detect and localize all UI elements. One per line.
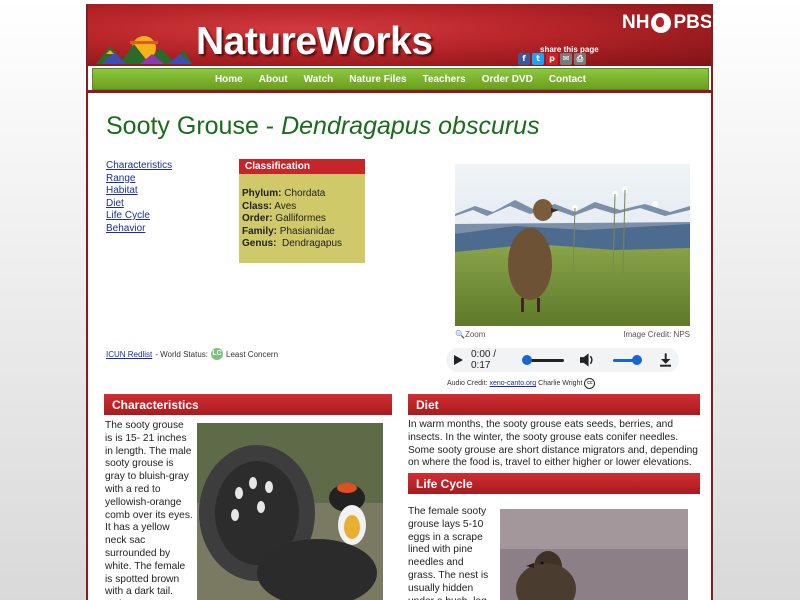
- classification-label: Family:: [242, 225, 278, 237]
- classification-value: Dendragapus: [276, 238, 343, 249]
- facebook-icon[interactable]: f: [518, 53, 530, 65]
- section-links: Characteristics Range Habitat Diet Life Cycl…: [106, 160, 172, 235]
- classification-label: Genus:: [242, 238, 277, 249]
- zoom-label: Zoom: [464, 330, 486, 339]
- classification-row: Family: Phasianidae: [242, 226, 365, 239]
- classification-box: Classification Phylum: Chordata Class: Av…: [239, 159, 365, 263]
- diet-header: Diet: [408, 394, 700, 415]
- classification-value: Aves: [272, 200, 297, 212]
- zoom-link[interactable]: 🔍Zoom: [455, 330, 485, 339]
- characteristics-header: Characteristics: [104, 394, 392, 415]
- audio-progress[interactable]: [521, 355, 564, 365]
- audio-credit-prefix: Audio Credit:: [447, 380, 488, 387]
- scientific-name: Dendragapus obscurus: [281, 112, 540, 140]
- audio-player: 0:00 / 0:17: [446, 348, 679, 372]
- classification-label: Class:: [242, 200, 273, 212]
- classification-label: Order:: [242, 213, 273, 224]
- characteristics-text: The sooty grouse is is 15- 21 inches in …: [105, 420, 193, 600]
- pinterest-icon[interactable]: p: [546, 53, 558, 65]
- audio-credit: Audio Credit: xeno-canto.org Charlie Wri…: [447, 378, 596, 389]
- displaying-grouse-photo[interactable]: [197, 423, 383, 600]
- classification-value: Chordata: [281, 188, 326, 199]
- volume-knob[interactable]: [631, 355, 642, 365]
- main-nav: Home About Watch Nature Files Teachers Order …: [92, 68, 709, 90]
- world-status-label: - World Status:: [155, 349, 208, 359]
- pbs-head-icon: [651, 13, 672, 33]
- image-credit: Image Credit: NPS: [623, 330, 690, 339]
- share-icons: f t p ✉ ⎙: [518, 53, 586, 65]
- header-divider: [88, 90, 711, 93]
- page-title: Sooty Grouse - Dendragapus obscurus: [106, 112, 540, 141]
- page-container: NatureWorks NH PBS share this page f t p ✉ ⎙…: [86, 4, 713, 600]
- print-icon[interactable]: ⎙: [574, 53, 586, 65]
- least-concern-icon: LC: [211, 348, 223, 360]
- nav-nature-files[interactable]: Nature Files: [349, 74, 406, 85]
- toc-link-habitat[interactable]: Habitat: [106, 185, 172, 198]
- classification-value: Phasianidae: [277, 225, 335, 237]
- classification-row: Class: Aves: [242, 201, 365, 214]
- nav-watch[interactable]: Watch: [304, 74, 334, 85]
- nav-about[interactable]: About: [259, 74, 288, 85]
- download-icon[interactable]: [659, 353, 672, 367]
- play-icon[interactable]: [454, 355, 463, 365]
- nav-order-dvd[interactable]: Order DVD: [482, 74, 533, 85]
- lifecycle-header: Life Cycle: [408, 473, 700, 494]
- toc-link-diet[interactable]: Diet: [106, 198, 172, 211]
- cc-license-icon[interactable]: cc: [584, 378, 596, 389]
- magnifier-icon: 🔍: [455, 330, 465, 339]
- nav-teachers[interactable]: Teachers: [423, 74, 466, 85]
- sunrise-mountains-logo[interactable]: [96, 24, 192, 64]
- redlist-status: ICUN Redlist - World Status: LC Least Co…: [106, 348, 278, 360]
- toc-link-behavior[interactable]: Behavior: [106, 223, 172, 236]
- toc-link-characteristics[interactable]: Characteristics: [106, 160, 172, 173]
- nesting-grouse-photo[interactable]: [500, 509, 688, 600]
- toc-link-range[interactable]: Range: [106, 173, 172, 186]
- redlist-link[interactable]: ICUN Redlist: [106, 350, 152, 359]
- pbs-text: PBS: [673, 12, 713, 33]
- nhpbs-logo[interactable]: NH PBS: [622, 12, 713, 34]
- email-icon[interactable]: ✉: [560, 53, 572, 65]
- toc-link-life-cycle[interactable]: Life Cycle: [106, 210, 172, 223]
- classification-row: Phylum: Chordata: [242, 188, 365, 201]
- twitter-icon[interactable]: t: [532, 53, 544, 65]
- nh-text: NH: [622, 12, 650, 33]
- site-title[interactable]: NatureWorks: [196, 20, 433, 64]
- classification-row: Order: Galliformes: [242, 213, 365, 226]
- lifecycle-text: The female sooty grouse lays 5-10 eggs i…: [408, 506, 490, 600]
- classification-label: Phylum:: [242, 188, 282, 199]
- diet-text: In warm months, the sooty grouse eats se…: [408, 419, 698, 469]
- classification-value: Galliformes: [272, 213, 326, 224]
- classification-rows: Phylum: Chordata Class: Aves Order: Gallif…: [239, 174, 365, 251]
- audio-time: 0:00 / 0:17: [471, 349, 497, 371]
- xeno-canto-link[interactable]: xeno-canto.org: [489, 380, 536, 387]
- progress-knob[interactable]: [521, 355, 532, 365]
- common-name: Sooty Grouse -: [106, 112, 282, 140]
- volume-slider[interactable]: [612, 355, 642, 365]
- classification-title: Classification: [239, 159, 365, 174]
- photo-caption-row: 🔍Zoom Image Credit: NPS: [455, 330, 690, 339]
- site-header: NatureWorks NH PBS share this page f t p ✉ ⎙: [88, 4, 711, 66]
- nav-contact[interactable]: Contact: [549, 74, 586, 85]
- status-text: Least Concern: [226, 349, 279, 359]
- nav-home[interactable]: Home: [215, 74, 243, 85]
- volume-icon[interactable]: [579, 353, 595, 367]
- classification-row: Genus: Dendragapus: [242, 238, 365, 251]
- grouse-photo[interactable]: [455, 164, 690, 326]
- audio-credit-name: Charlie Wright: [538, 380, 583, 387]
